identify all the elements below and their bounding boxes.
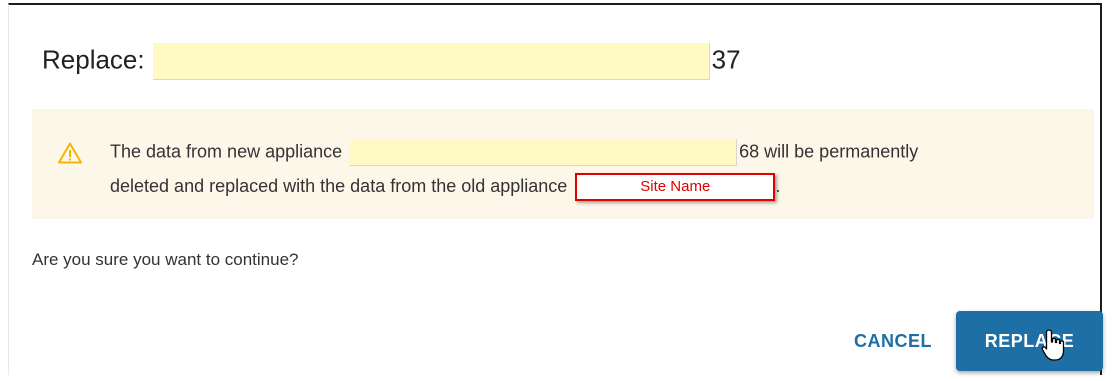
title-suffix: 37	[711, 44, 741, 75]
redacted-appliance-name	[152, 43, 710, 80]
title-prefix: Replace:	[42, 44, 145, 75]
cancel-button[interactable]: CANCEL	[838, 319, 948, 363]
warning-banner: The data from new appliance 68 will be pe…	[32, 109, 1094, 219]
warning-line-2-prefix: deleted and replaced with the data from …	[110, 175, 568, 196]
warning-line-1-prefix: The data from new appliance	[110, 141, 343, 162]
warning-line-2-suffix: .	[775, 175, 781, 196]
warning-line-1: The data from new appliance 68 will be pe…	[110, 139, 918, 166]
dialog-title: Replace: 37	[42, 43, 741, 80]
warning-line-2: deleted and replaced with the data from …	[110, 173, 780, 201]
replace-button[interactable]: REPLACE	[956, 311, 1103, 371]
site-name-annotation: Site Name	[575, 173, 776, 201]
warning-line-1-suffix: 68 will be permanently	[739, 141, 919, 162]
confirm-question: Are you sure you want to continue?	[32, 250, 299, 269]
warning-triangle-icon	[58, 142, 82, 164]
hand-pointer-icon	[1041, 329, 1065, 361]
redacted-new-appliance	[350, 139, 738, 166]
